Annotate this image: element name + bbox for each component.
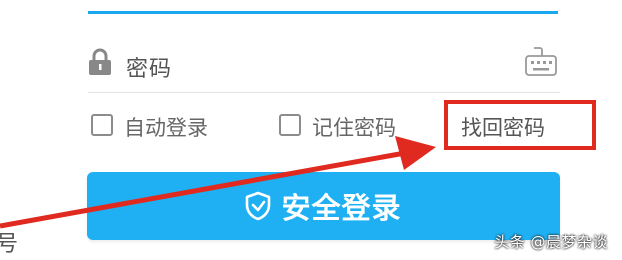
password-placeholder: 密码 xyxy=(126,57,173,82)
remember-password-label[interactable]: 记住密码 xyxy=(312,112,396,142)
account-field-underline xyxy=(88,0,558,14)
watermark: 头条 @晨梦杂谈 xyxy=(494,233,608,251)
auto-login-label[interactable]: 自动登录 xyxy=(124,112,208,142)
secure-login-label: 安全登录 xyxy=(281,191,402,225)
cut-off-text: 号 xyxy=(0,232,19,257)
remember-password-checkbox[interactable] xyxy=(279,114,301,136)
highlight-annotation-box xyxy=(444,100,596,150)
keyboard-icon[interactable] xyxy=(524,44,558,78)
shield-icon xyxy=(246,191,271,221)
lock-icon xyxy=(89,48,111,75)
secure-login-button[interactable]: 安全登录 xyxy=(87,172,560,240)
auto-login-checkbox[interactable] xyxy=(91,114,113,136)
password-field[interactable]: 密码 xyxy=(88,38,560,93)
